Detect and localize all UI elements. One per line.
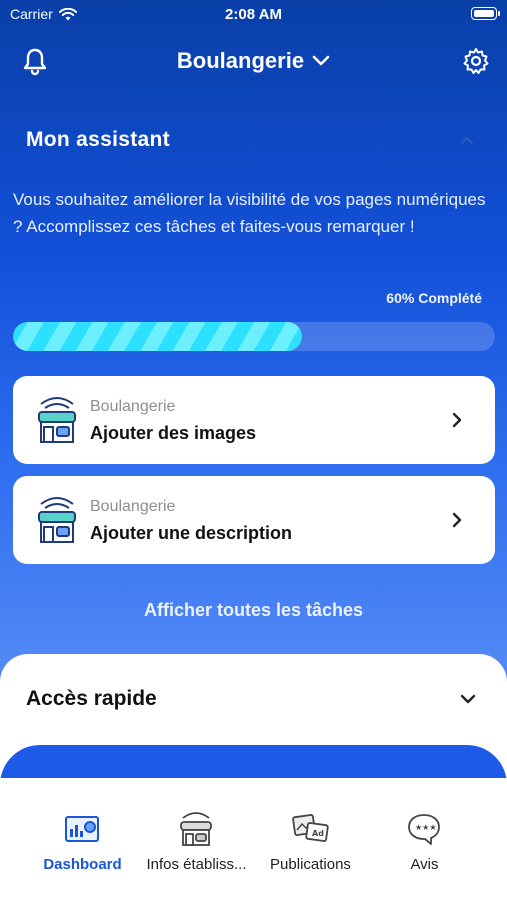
status-time: 2:08 AM	[225, 6, 282, 23]
progress-bar	[13, 322, 495, 351]
business-selector[interactable]: Boulangerie	[0, 48, 507, 74]
tab-infos[interactable]: Infos établiss...	[133, 778, 260, 900]
store-icon	[38, 497, 76, 543]
dashboard-icon	[65, 816, 99, 842]
business-name: Boulangerie	[176, 48, 305, 73]
chevron-right-icon	[452, 412, 462, 428]
battery-icon	[471, 7, 500, 20]
publications-icon: Ad	[292, 814, 329, 842]
progress-label: 60% Complété	[386, 290, 482, 306]
task-card-description[interactable]: Boulangerie Ajouter une description	[13, 476, 495, 564]
chevron-down-icon	[312, 55, 330, 66]
task-category: Boulangerie	[90, 498, 176, 515]
status-bar: Carrier 2:08 AM	[0, 0, 507, 28]
nav-header: Boulangerie	[0, 40, 507, 84]
quick-access-title: Accès rapide	[26, 687, 157, 710]
tab-label: Dashboard	[43, 856, 122, 873]
task-category: Boulangerie	[90, 398, 176, 415]
tab-avis[interactable]: ★★★ Avis	[361, 778, 488, 900]
task-label: Ajouter une description	[90, 523, 293, 543]
tab-label: Publications	[270, 856, 351, 873]
task-label: Ajouter des images	[90, 423, 257, 443]
reviews-icon: ★★★	[408, 814, 440, 845]
chevron-right-icon	[452, 512, 462, 528]
task-card-images[interactable]: Boulangerie Ajouter des images	[13, 376, 495, 464]
svg-text:Ad: Ad	[312, 829, 324, 838]
tab-label: Infos établiss...	[146, 856, 247, 873]
store-icon	[38, 397, 76, 443]
tab-dashboard[interactable]: Dashboard	[19, 778, 146, 900]
svg-text:★★★: ★★★	[415, 823, 437, 832]
progress-fill	[13, 322, 303, 351]
assistant-title: Mon assistant	[26, 128, 170, 151]
gear-icon[interactable]	[461, 46, 491, 76]
chevron-up-icon[interactable]	[459, 132, 475, 148]
chevron-down-icon[interactable]	[459, 692, 477, 706]
store-icon	[180, 812, 212, 846]
show-all-tasks-link[interactable]: Afficher toutes les tâches	[0, 600, 507, 621]
assistant-description: Vous souhaitez améliorer la visibilité d…	[13, 190, 486, 236]
tab-bar: Dashboard Infos établiss... Ad Publicati…	[0, 778, 507, 900]
tab-label: Avis	[410, 856, 439, 873]
tab-publications[interactable]: Ad Publications	[247, 778, 374, 900]
